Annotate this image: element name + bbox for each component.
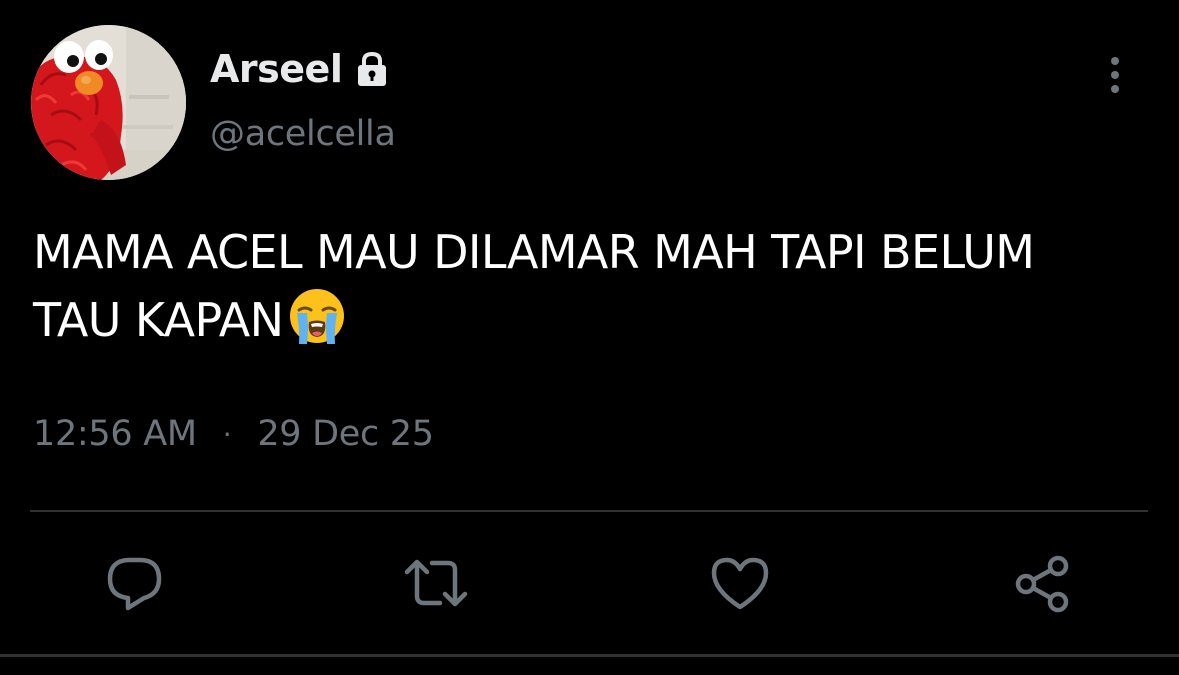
user-handle[interactable]: @acelcella <box>210 114 396 154</box>
display-name-row: Arseel <box>210 44 392 94</box>
divider-bottom <box>0 654 1179 657</box>
more-options-icon[interactable] <box>1100 55 1130 95</box>
tweet-text-line-2-text: TAU KAPAN <box>33 293 284 347</box>
tweet-date[interactable]: 29 Dec 25 <box>257 414 434 454</box>
display-name[interactable]: Arseel <box>210 47 343 91</box>
retweet-icon <box>404 559 468 607</box>
elmo-avatar-icon <box>31 25 186 180</box>
meta-separator: · <box>222 417 232 451</box>
tweet-text: MAMA ACEL MAU DILAMAR MAH TAPI BELUM TAU… <box>33 218 1153 354</box>
share-icon <box>1015 555 1069 613</box>
heart-icon <box>711 557 769 610</box>
reply-icon <box>107 557 162 611</box>
loudly-crying-face-icon <box>287 286 347 346</box>
avatar[interactable] <box>31 25 186 180</box>
reply-button[interactable] <box>104 552 168 616</box>
retweet-button[interactable] <box>404 552 468 616</box>
tweet-time[interactable]: 12:56 AM <box>33 414 197 454</box>
tweet-detail: Arseel @acelcella MAMA ACEL MAU DILAMAR … <box>0 0 1179 675</box>
tweet-timestamp: 12:56 AM · 29 Dec 25 <box>33 414 434 454</box>
share-button[interactable] <box>1012 552 1076 616</box>
tweet-text-line-2: TAU KAPAN <box>33 286 1153 354</box>
lock-icon <box>352 49 392 89</box>
tweet-text-line-1: MAMA ACEL MAU DILAMAR MAH TAPI BELUM <box>33 225 1035 279</box>
divider <box>30 510 1148 512</box>
like-button[interactable] <box>708 552 772 616</box>
